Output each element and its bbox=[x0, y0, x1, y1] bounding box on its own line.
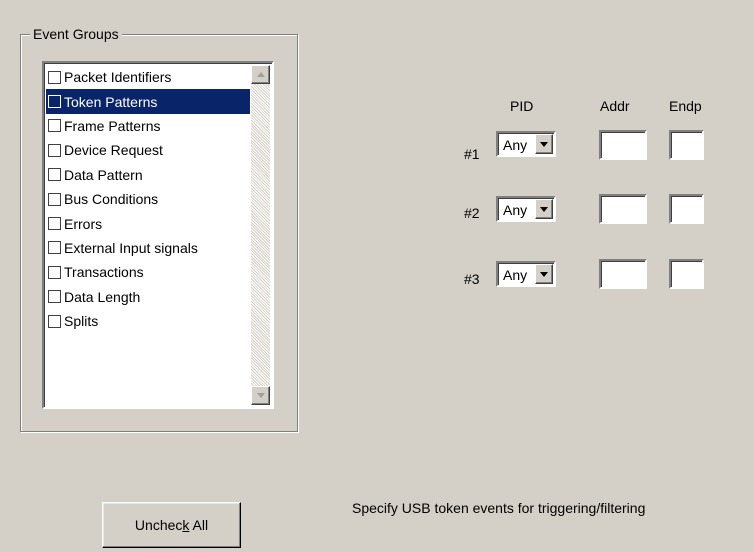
checkbox[interactable] bbox=[48, 168, 61, 182]
checkbox[interactable] bbox=[48, 143, 61, 157]
row-1-label: #1 bbox=[464, 146, 480, 162]
list-item-label: Frame Patterns bbox=[64, 117, 161, 134]
row-3-addr-field[interactable] bbox=[599, 259, 647, 289]
pid-header: PID bbox=[510, 98, 534, 114]
list-item-label: Data Pattern bbox=[64, 166, 143, 183]
scroll-down-button[interactable] bbox=[251, 386, 270, 405]
list-item-device-request[interactable]: Device Request bbox=[46, 138, 250, 162]
status-hint: Specify USB token events for triggering/… bbox=[352, 500, 646, 516]
event-groups-list: Packet Identifiers Token Patterns Frame … bbox=[46, 65, 250, 333]
checkbox[interactable] bbox=[48, 241, 61, 255]
list-item-packet-identifiers[interactable]: Packet Identifiers bbox=[46, 65, 250, 89]
list-item-label: Data Length bbox=[64, 288, 141, 305]
list-item-bus-conditions[interactable]: Bus Conditions bbox=[46, 187, 250, 211]
list-item-data-pattern[interactable]: Data Pattern bbox=[46, 163, 250, 187]
list-item-external-input-signals[interactable]: External Input signals bbox=[46, 236, 250, 260]
dropdown-arrow-icon bbox=[540, 271, 548, 277]
list-item-label: Bus Conditions bbox=[64, 191, 159, 208]
row-2-pid-select[interactable]: Any bbox=[496, 196, 556, 222]
list-item-data-length[interactable]: Data Length bbox=[46, 285, 250, 309]
list-scrollbar[interactable] bbox=[251, 65, 270, 405]
row-3-pid-dropdown-button[interactable] bbox=[535, 264, 553, 284]
dropdown-arrow-icon bbox=[540, 141, 548, 147]
checkbox[interactable] bbox=[48, 95, 61, 109]
scroll-up-arrow-icon bbox=[256, 72, 265, 77]
list-item-label: Splits bbox=[64, 313, 99, 330]
row-2-pid-value: Any bbox=[503, 202, 528, 218]
event-groups-title: Event Groups bbox=[30, 26, 122, 42]
row-3-pid-select[interactable]: Any bbox=[496, 261, 556, 287]
scroll-down-arrow-icon bbox=[256, 393, 265, 398]
row-3-pid-value: Any bbox=[503, 267, 528, 283]
addr-header: Addr bbox=[600, 98, 630, 114]
list-item-frame-patterns[interactable]: Frame Patterns bbox=[46, 114, 250, 138]
list-item-label: Transactions bbox=[64, 264, 144, 281]
checkbox[interactable] bbox=[48, 314, 61, 328]
list-item-label: Errors bbox=[64, 215, 103, 232]
checkbox[interactable] bbox=[48, 290, 61, 304]
scroll-up-button[interactable] bbox=[251, 65, 270, 84]
list-item-label: Packet Identifiers bbox=[64, 69, 172, 86]
endp-header: Endp bbox=[669, 98, 702, 114]
row-3-endp-field[interactable] bbox=[669, 259, 704, 289]
row-1-pid-value: Any bbox=[503, 137, 528, 153]
uncheck-all-button[interactable]: Uncheck All bbox=[102, 502, 241, 548]
list-item-label: External Input signals bbox=[64, 239, 198, 256]
checkbox[interactable] bbox=[48, 265, 61, 279]
uncheck-all-label: Uncheck All bbox=[134, 517, 209, 533]
row-1-pid-dropdown-button[interactable] bbox=[535, 134, 553, 154]
list-item-label: Token Patterns bbox=[64, 93, 158, 110]
checkbox[interactable] bbox=[48, 217, 61, 231]
row-3-label: #3 bbox=[464, 271, 480, 287]
checkbox[interactable] bbox=[48, 119, 61, 133]
checkbox[interactable] bbox=[48, 70, 61, 84]
row-1-addr-field[interactable] bbox=[599, 130, 647, 160]
list-item-splits[interactable]: Splits bbox=[46, 309, 250, 333]
row-2-endp-field[interactable] bbox=[669, 194, 704, 224]
row-2-label: #2 bbox=[464, 205, 480, 221]
row-1-endp-field[interactable] bbox=[669, 130, 704, 160]
row-1-pid-select[interactable]: Any bbox=[496, 131, 556, 157]
list-item-transactions[interactable]: Transactions bbox=[46, 260, 250, 284]
list-item-label: Device Request bbox=[64, 142, 163, 159]
list-item-token-patterns[interactable]: Token Patterns bbox=[46, 89, 250, 114]
event-groups-listbox[interactable]: Packet Identifiers Token Patterns Frame … bbox=[42, 61, 274, 409]
list-item-errors[interactable]: Errors bbox=[46, 211, 250, 235]
dropdown-arrow-icon bbox=[540, 206, 548, 212]
checkbox[interactable] bbox=[48, 192, 61, 206]
row-2-pid-dropdown-button[interactable] bbox=[535, 199, 553, 219]
row-2-addr-field[interactable] bbox=[599, 194, 647, 224]
